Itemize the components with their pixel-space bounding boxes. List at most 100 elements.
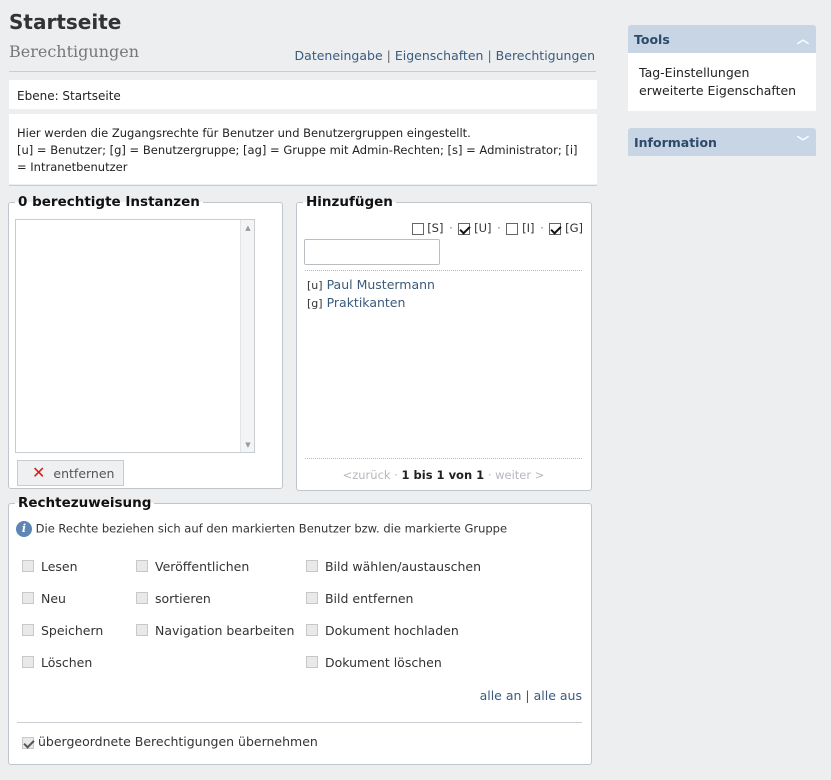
perm-label: Dokument löschen [324, 655, 442, 670]
result-item-user[interactable]: [u] Paul Mustermann [307, 277, 435, 292]
perm-checkbox[interactable] [22, 656, 34, 668]
perm-label: Veröffentlichen [154, 559, 250, 574]
perm-upload-document[interactable]: Dokument hochladen [306, 623, 459, 638]
perm-edit-navigation[interactable]: Navigation bearbeiten [136, 623, 294, 638]
perm-label: Dokument hochladen [324, 623, 459, 638]
chevron-down-icon[interactable]: ﹀ [797, 133, 809, 150]
perm-label: Bild wählen/austauschen [324, 559, 482, 574]
perm-checkbox[interactable] [22, 592, 34, 604]
pager-next[interactable]: weiter > [495, 468, 544, 482]
tools-panel: Tools ︿ Tag-Einstellungen erweiterte Eig… [628, 25, 816, 111]
perm-label: Neu [40, 591, 66, 606]
filter-admin-checkbox[interactable] [411, 222, 424, 235]
all-on-link[interactable]: alle an [480, 688, 522, 703]
filter-separator: · [497, 221, 501, 235]
scroll-down-icon[interactable]: ▼ [241, 441, 255, 449]
perm-checkbox[interactable] [136, 560, 148, 572]
nav-separator: | [487, 48, 492, 63]
type-filter: [S] · [U] · [I] · [G] [411, 221, 583, 235]
tools-item-tag-settings[interactable]: Tag-Einstellungen [639, 64, 805, 82]
perm-checkbox[interactable] [136, 624, 148, 636]
perm-checkbox[interactable] [306, 592, 318, 604]
remove-button-label: entfernen [53, 466, 115, 481]
inherit-checkbox[interactable] [22, 736, 34, 749]
rights-hint: i Die Rechte beziehen sich auf den marki… [16, 521, 507, 537]
perm-sort[interactable]: sortieren [136, 591, 211, 606]
result-name[interactable]: Paul Mustermann [327, 277, 435, 292]
header-divider [9, 71, 596, 72]
info-text-line2: [u] = Benutzer; [g] = Benutzergruppe; [a… [17, 143, 578, 174]
perm-read[interactable]: Lesen [22, 559, 78, 574]
perm-checkbox[interactable] [306, 560, 318, 572]
instances-scrollbar[interactable]: ▲ ▼ [240, 220, 254, 452]
perm-label: Lesen [40, 559, 78, 574]
pager-prev[interactable]: <zurück [343, 468, 391, 482]
add-legend: Hinzufügen [306, 194, 393, 210]
info-icon: i [16, 521, 32, 537]
rights-divider [17, 722, 582, 723]
page-title: Startseite [9, 10, 122, 34]
perm-checkbox[interactable] [136, 592, 148, 604]
perm-save[interactable]: Speichern [22, 623, 103, 638]
perm-new[interactable]: Neu [22, 591, 66, 606]
search-input[interactable] [304, 239, 440, 265]
information-panel: Information ﹀ [628, 128, 816, 156]
filter-intranet-checkbox[interactable] [506, 222, 519, 235]
perm-delete-document[interactable]: Dokument löschen [306, 655, 442, 670]
rights-legend: Rechtezuweisung [18, 495, 152, 511]
instances-list[interactable]: ▲ ▼ [15, 219, 255, 453]
filter-user-checkbox[interactable] [458, 222, 471, 235]
filter-group-checkbox[interactable] [549, 222, 562, 235]
filter-user-label: [U] [474, 221, 492, 235]
perm-checkbox[interactable] [306, 656, 318, 668]
pagination: <zurück · 1 bis 1 von 1 · weiter > [297, 468, 590, 482]
level-indicator: Ebene: Startseite [9, 80, 597, 109]
tools-panel-header[interactable]: Tools ︿ [628, 25, 816, 53]
filter-separator: · [540, 221, 544, 235]
perm-label: Löschen [40, 655, 93, 670]
results-divider-bottom [305, 458, 582, 459]
result-item-group[interactable]: [g] Praktikanten [307, 295, 405, 310]
nav-eigenschaften[interactable]: Eigenschaften [395, 48, 484, 63]
filter-separator: · [449, 221, 453, 235]
perm-label: Bild entfernen [324, 591, 414, 606]
info-text-line1: Hier werden die Zugangsrechte für Benutz… [17, 126, 471, 140]
remove-button[interactable]: ✕ entfernen [17, 460, 124, 486]
chevron-up-icon[interactable]: ︿ [797, 30, 809, 47]
pager-separator: · [394, 468, 398, 482]
nav-separator: | [386, 48, 391, 63]
information-panel-title: Information [634, 135, 717, 150]
filter-intranet-label: [I] [522, 221, 535, 235]
inherit-label: übergeordnete Berechtigungen übernehmen [37, 734, 318, 749]
page-subtitle: Berechtigungen [9, 42, 140, 61]
perm-publish[interactable]: Veröffentlichen [136, 559, 249, 574]
perm-label: Speichern [40, 623, 104, 638]
perm-delete[interactable]: Löschen [22, 655, 92, 670]
inherit-permissions[interactable]: übergeordnete Berechtigungen übernehmen [22, 734, 318, 749]
nav-dateneingabe[interactable]: Dateneingabe [295, 48, 383, 63]
perm-checkbox[interactable] [22, 560, 34, 572]
top-navigation: Dateneingabe | Eigenschaften | Berechtigunge… [295, 48, 595, 63]
results-divider-top [305, 270, 582, 271]
info-box: Hier werden die Zugangsrechte für Benutz… [9, 114, 597, 184]
perm-label: sortieren [154, 591, 211, 606]
rights-hint-text: Die Rechte beziehen sich auf den markier… [35, 521, 508, 536]
bulk-toggle-links: alle an | alle aus [480, 688, 582, 703]
perm-checkbox[interactable] [306, 624, 318, 636]
tools-panel-body: Tag-Einstellungen erweiterte Eigenschaft… [628, 53, 816, 111]
filter-group-label: [G] [565, 221, 583, 235]
perm-remove-image[interactable]: Bild entfernen [306, 591, 413, 606]
perm-choose-image[interactable]: Bild wählen/austauschen [306, 559, 481, 574]
nav-berechtigungen[interactable]: Berechtigungen [496, 48, 595, 63]
scroll-up-icon[interactable]: ▲ [241, 224, 255, 232]
perm-label: Navigation bearbeiten [154, 623, 295, 638]
perm-checkbox[interactable] [22, 624, 34, 636]
all-off-link[interactable]: alle aus [534, 688, 582, 703]
tools-item-extended-properties[interactable]: erweiterte Eigenschaften [639, 82, 805, 100]
result-name[interactable]: Praktikanten [327, 295, 406, 310]
close-x-icon: ✕ [32, 463, 46, 482]
result-type-tag: [g] [307, 297, 323, 310]
filter-admin-label: [S] [427, 221, 444, 235]
information-panel-header[interactable]: Information ﹀ [628, 128, 816, 156]
info-divider [9, 185, 597, 186]
